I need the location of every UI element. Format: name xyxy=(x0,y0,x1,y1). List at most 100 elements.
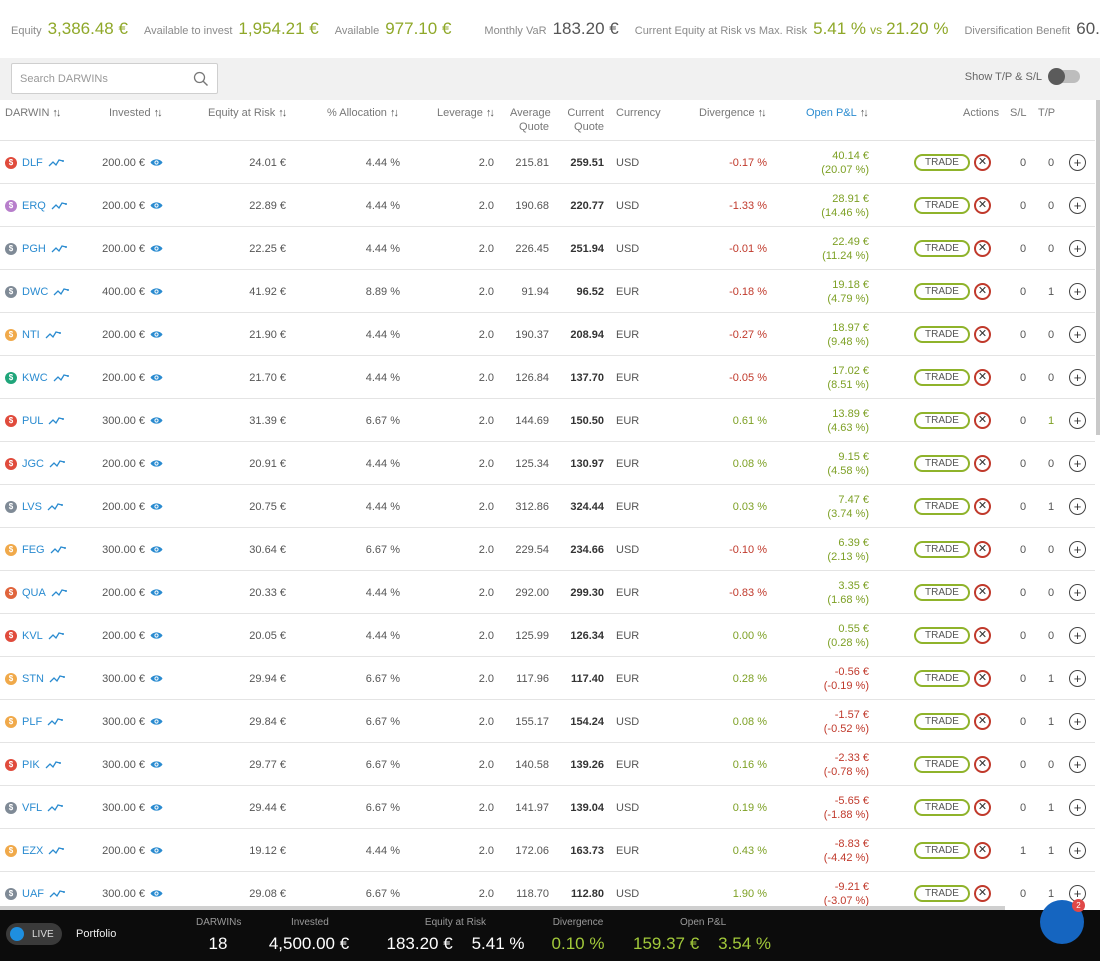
eye-icon[interactable] xyxy=(145,872,163,909)
add-icon[interactable]: + xyxy=(1069,627,1086,644)
vertical-scrollbar[interactable] xyxy=(1096,100,1100,435)
table-row[interactable]: $ QUA 200.00 € 20.33 € 4.44 % 2.0 292.00 299.30… xyxy=(0,571,1095,614)
trade-button[interactable]: TRADE xyxy=(914,541,970,558)
add-icon[interactable]: + xyxy=(1069,713,1086,730)
add-icon[interactable]: + xyxy=(1069,799,1086,816)
eye-icon[interactable] xyxy=(145,270,163,313)
search-box[interactable] xyxy=(11,63,218,94)
add-icon[interactable]: + xyxy=(1069,240,1086,257)
darwin-ticker-link[interactable]: KVL xyxy=(22,630,43,642)
eye-icon[interactable] xyxy=(145,743,163,786)
chart-trend-icon[interactable] xyxy=(48,416,65,426)
eye-icon[interactable] xyxy=(145,485,163,528)
darwin-ticker-link[interactable]: JGC xyxy=(22,458,44,470)
chart-trend-icon[interactable] xyxy=(51,588,67,598)
chart-trend-icon[interactable] xyxy=(45,760,61,770)
eye-icon[interactable] xyxy=(145,184,163,227)
darwin-ticker-link[interactable]: UAF xyxy=(22,888,44,900)
table-row[interactable]: $ JGC 200.00 € 20.91 € 4.44 % 2.0 125.34 130.97… xyxy=(0,442,1095,485)
darwin-ticker-link[interactable]: STN xyxy=(22,673,44,685)
close-position-icon[interactable]: ✕ xyxy=(974,283,991,300)
eye-icon[interactable] xyxy=(145,227,163,270)
add-icon[interactable]: + xyxy=(1069,756,1086,773)
trade-button[interactable]: TRADE xyxy=(914,283,970,300)
chart-trend-icon[interactable] xyxy=(50,545,66,555)
darwin-ticker-link[interactable]: NTI xyxy=(22,329,40,341)
trade-button[interactable]: TRADE xyxy=(914,412,970,429)
close-position-icon[interactable]: ✕ xyxy=(974,756,991,773)
trade-button[interactable]: TRADE xyxy=(914,842,970,859)
trade-button[interactable]: TRADE xyxy=(914,240,970,257)
close-position-icon[interactable]: ✕ xyxy=(974,455,991,472)
add-icon[interactable]: + xyxy=(1069,670,1086,687)
table-row[interactable]: $ LVS 200.00 € 20.75 € 4.44 % 2.0 312.86 324.44… xyxy=(0,485,1095,528)
table-row[interactable]: $ DLF 200.00 € 24.01 € 4.44 % 2.0 215.81 259.51… xyxy=(0,141,1095,184)
chart-trend-icon[interactable] xyxy=(48,631,64,641)
darwin-ticker-link[interactable]: QUA xyxy=(22,587,46,599)
col-divergence[interactable]: Divergence ↑↓ xyxy=(699,106,767,120)
chart-trend-icon[interactable] xyxy=(53,373,69,383)
eye-icon[interactable] xyxy=(145,786,163,829)
eye-icon[interactable] xyxy=(145,614,163,657)
darwin-ticker-link[interactable]: ERQ xyxy=(22,200,46,212)
darwin-ticker-link[interactable]: PLF xyxy=(22,716,42,728)
add-icon[interactable]: + xyxy=(1069,283,1086,300)
eye-icon[interactable] xyxy=(145,399,163,442)
eye-icon[interactable] xyxy=(145,313,163,356)
trade-button[interactable]: TRADE xyxy=(914,455,970,472)
close-position-icon[interactable]: ✕ xyxy=(974,670,991,687)
add-icon[interactable]: + xyxy=(1069,197,1086,214)
trade-button[interactable]: TRADE xyxy=(914,885,970,902)
eye-icon[interactable] xyxy=(145,829,163,872)
trade-button[interactable]: TRADE xyxy=(914,369,970,386)
col-leverage[interactable]: Leverage ↑↓ xyxy=(437,106,495,120)
col-darwin[interactable]: DARWIN ↑↓ xyxy=(5,106,61,120)
add-icon[interactable]: + xyxy=(1069,541,1086,558)
add-icon[interactable]: + xyxy=(1069,154,1086,171)
table-row[interactable]: $ KWC 200.00 € 21.70 € 4.44 % 2.0 126.84 137.70… xyxy=(0,356,1095,399)
col-open-pnl[interactable]: Open P&L ↑↓ xyxy=(806,106,869,120)
chart-trend-icon[interactable] xyxy=(47,717,64,727)
close-position-icon[interactable]: ✕ xyxy=(974,627,991,644)
chart-trend-icon[interactable] xyxy=(53,287,70,297)
trade-button[interactable]: TRADE xyxy=(914,799,970,816)
chart-trend-icon[interactable] xyxy=(47,502,63,512)
portfolio-label[interactable]: Portfolio xyxy=(76,928,116,940)
eye-icon[interactable] xyxy=(145,356,163,399)
table-row[interactable]: $ PIK 300.00 € 29.77 € 6.67 % 2.0 140.58 139.26… xyxy=(0,743,1095,786)
close-position-icon[interactable]: ✕ xyxy=(974,713,991,730)
close-position-icon[interactable]: ✕ xyxy=(974,240,991,257)
chart-trend-icon[interactable] xyxy=(51,201,67,211)
darwin-ticker-link[interactable]: PIK xyxy=(22,759,40,771)
darwin-ticker-link[interactable]: EZX xyxy=(22,845,43,857)
search-icon[interactable] xyxy=(193,71,209,87)
table-row[interactable]: $ PLF 300.00 € 29.84 € 6.67 % 2.0 155.17 154.24… xyxy=(0,700,1095,743)
table-row[interactable]: $ PGH 200.00 € 22.25 € 4.44 % 2.0 226.45 251.94… xyxy=(0,227,1095,270)
close-position-icon[interactable]: ✕ xyxy=(974,197,991,214)
add-icon[interactable]: + xyxy=(1069,584,1086,601)
chart-trend-icon[interactable] xyxy=(51,244,67,254)
col-invested[interactable]: Invested ↑↓ xyxy=(109,106,163,120)
add-icon[interactable]: + xyxy=(1069,498,1086,515)
add-icon[interactable]: + xyxy=(1069,842,1086,859)
close-position-icon[interactable]: ✕ xyxy=(974,326,991,343)
darwin-ticker-link[interactable]: VFL xyxy=(22,802,42,814)
chart-trend-icon[interactable] xyxy=(49,674,65,684)
close-position-icon[interactable]: ✕ xyxy=(974,842,991,859)
close-position-icon[interactable]: ✕ xyxy=(974,154,991,171)
eye-icon[interactable] xyxy=(145,528,163,571)
eye-icon[interactable] xyxy=(145,700,163,743)
close-position-icon[interactable]: ✕ xyxy=(974,541,991,558)
search-input[interactable] xyxy=(12,64,182,93)
close-position-icon[interactable]: ✕ xyxy=(974,584,991,601)
add-icon[interactable]: + xyxy=(1069,326,1086,343)
live-toggle[interactable]: LIVE xyxy=(6,923,62,945)
col-equity-at-risk[interactable]: Equity at Risk ↑↓ xyxy=(208,106,287,120)
close-position-icon[interactable]: ✕ xyxy=(974,799,991,816)
col-allocation[interactable]: % Allocation ↑↓ xyxy=(327,106,399,120)
table-row[interactable]: $ FEG 300.00 € 30.64 € 6.67 % 2.0 229.54 234.66… xyxy=(0,528,1095,571)
chart-trend-icon[interactable] xyxy=(47,803,64,813)
close-position-icon[interactable]: ✕ xyxy=(974,498,991,515)
trade-button[interactable]: TRADE xyxy=(914,584,970,601)
trade-button[interactable]: TRADE xyxy=(914,197,970,214)
